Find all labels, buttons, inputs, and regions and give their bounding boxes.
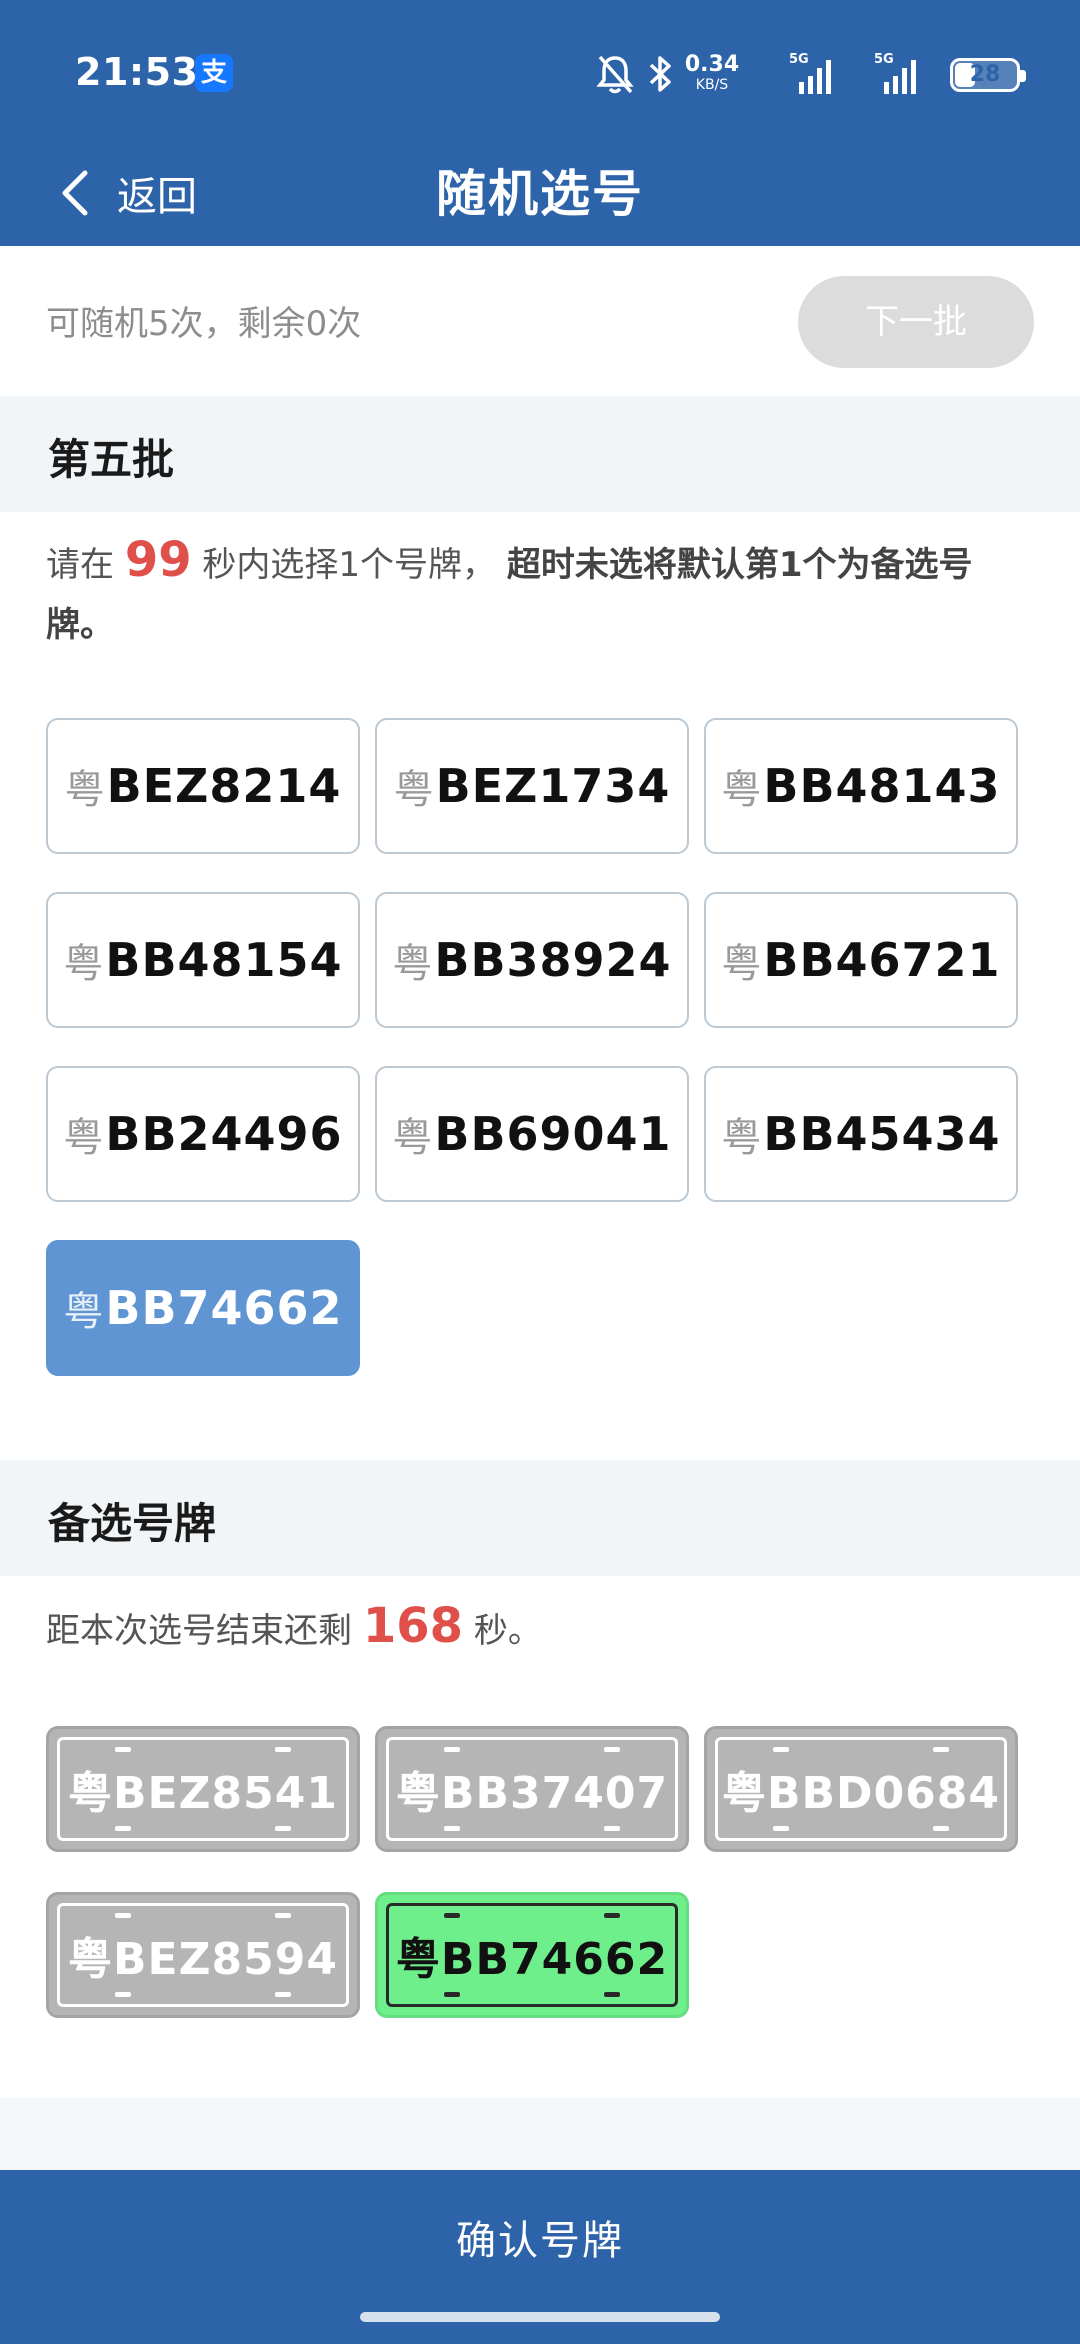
alternate-plate: 粤BEZ8594 <box>46 1892 360 2018</box>
plate-option-selected[interactable]: 粤 BB74662 <box>46 1240 360 1376</box>
batch-instruction: 请在 99 秒内选择1个号牌， 超时未选将默认第1个为备选号牌。 <box>46 532 973 645</box>
next-batch-button[interactable]: 下一批 <box>798 276 1034 368</box>
alternates-title: 备选号牌 <box>48 1499 217 1548</box>
plate-option[interactable]: 粤 BB46721 <box>704 892 1018 1028</box>
batch-title: 第五批 <box>48 435 175 484</box>
plate-option[interactable]: 粤 BB48143 <box>704 718 1018 854</box>
nav-bar: 返回 随机选号 <box>0 140 1080 246</box>
page-title: 随机选号 <box>436 165 644 223</box>
random-row: 可随机5次，剩余0次 下一批 <box>0 246 1080 396</box>
app-header: 21:53 支 0.34 KB/S 5G 5G 28 返回 随机选号 <box>0 0 1080 246</box>
batch-seconds: 99 <box>124 532 192 588</box>
alternate-plate: 粤BBD0684 <box>704 1726 1018 1852</box>
network-speed: 0.34 KB/S <box>684 52 740 93</box>
confirm-plate-button[interactable]: 确认号牌 <box>0 2170 1080 2344</box>
plate-option[interactable]: 粤 BB48154 <box>46 892 360 1028</box>
alternate-plate-highlighted: 粤BB74662 <box>375 1892 689 2018</box>
bell-off-icon <box>596 55 634 94</box>
alternates-section-header: 备选号牌 <box>0 1460 1080 1576</box>
plate-option[interactable]: 粤 BB24496 <box>46 1066 360 1202</box>
plate-option[interactable]: 粤 BB69041 <box>375 1066 689 1202</box>
signal-icon: 5G <box>874 52 920 96</box>
alternate-plate: 粤BEZ8541 <box>46 1726 360 1852</box>
confirm-label: 确认号牌 <box>456 2218 624 2264</box>
random-remaining-text: 可随机5次，剩余0次 <box>46 304 362 344</box>
countdown-text: 距本次选号结束还剩 168 秒。 <box>46 1598 542 1654</box>
battery-icon: 28 <box>950 58 1026 92</box>
batch-section-header: 第五批 <box>0 396 1080 512</box>
plate-option[interactable]: 粤 BB38924 <box>375 892 689 1028</box>
status-bar: 21:53 支 0.34 KB/S 5G 5G 28 <box>0 0 1080 140</box>
plate-option[interactable]: 粤 BEZ8214 <box>46 718 360 854</box>
plate-option[interactable]: 粤 BB45434 <box>704 1066 1018 1202</box>
signal-icon: 5G <box>789 52 835 96</box>
alternate-plate: 粤BB37407 <box>375 1726 689 1852</box>
countdown-seconds: 168 <box>362 1598 464 1654</box>
plate-option[interactable]: 粤 BEZ1734 <box>375 718 689 854</box>
alipay-icon: 支 <box>195 54 233 92</box>
status-time: 21:53 <box>75 50 199 94</box>
bluetooth-icon <box>649 56 671 92</box>
home-indicator[interactable] <box>360 2312 720 2322</box>
bottom-spacer <box>0 2098 1080 2170</box>
